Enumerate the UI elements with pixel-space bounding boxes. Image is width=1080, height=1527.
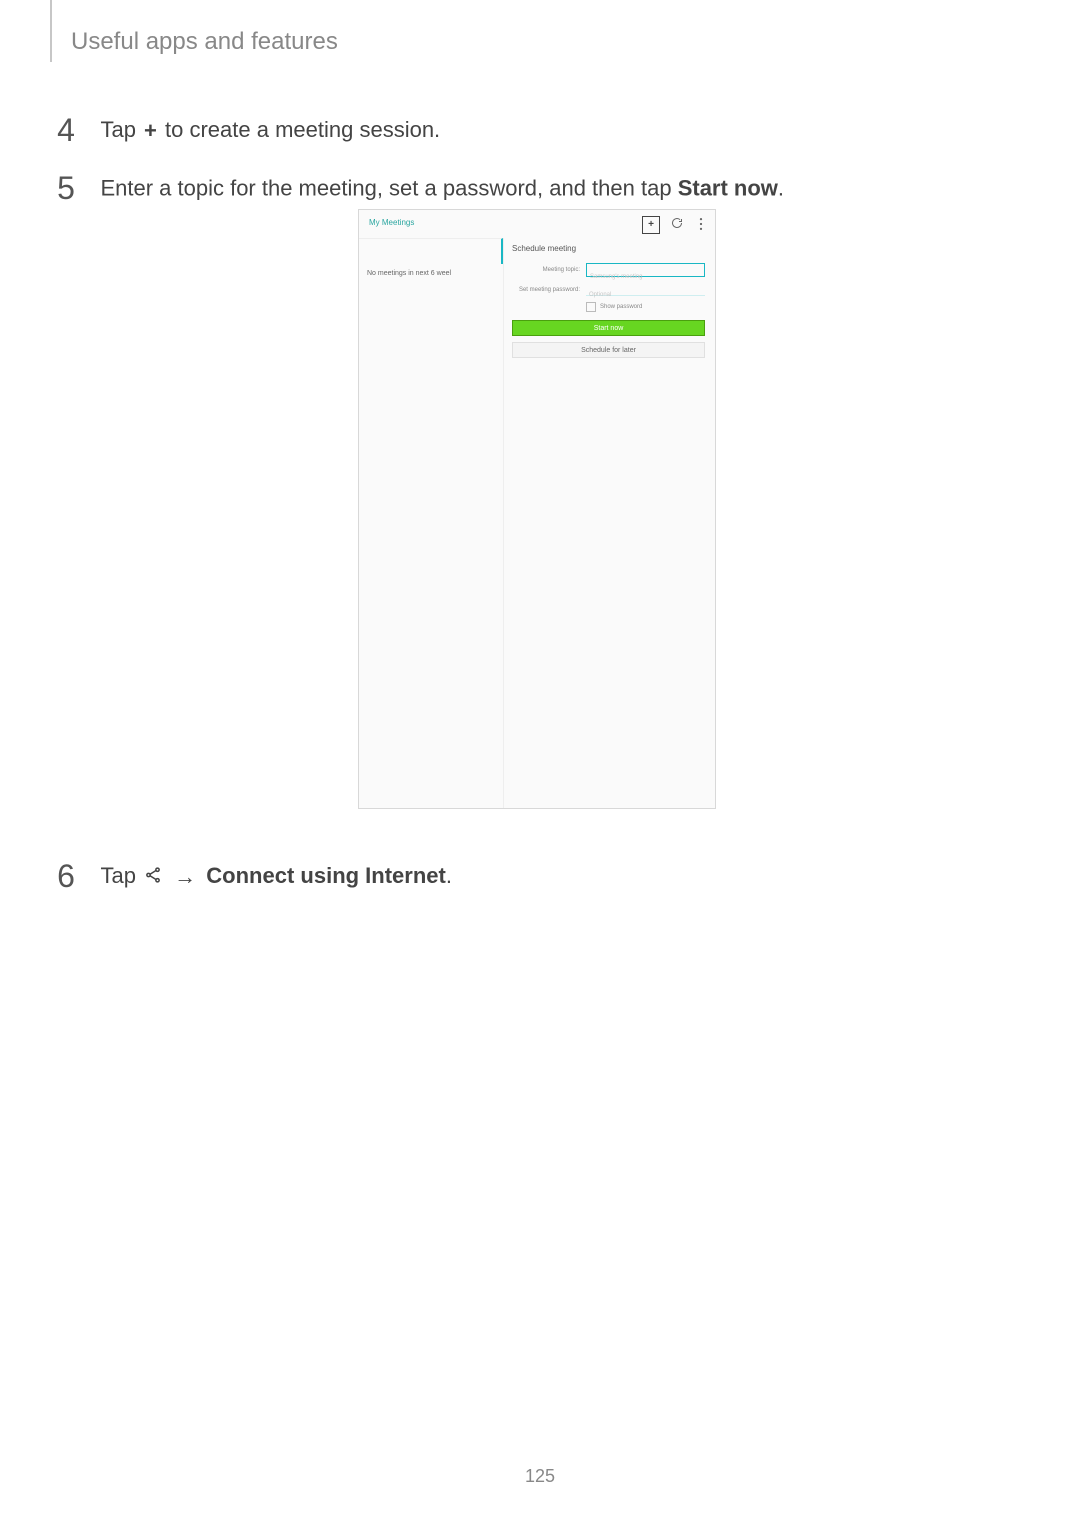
text: Tap bbox=[100, 117, 142, 142]
text: Tap bbox=[100, 863, 142, 888]
bold-text: Connect using Internet bbox=[206, 863, 446, 888]
app-title: My Meetings bbox=[369, 218, 414, 227]
section-header: Useful apps and features bbox=[71, 28, 338, 56]
meeting-password-input[interactable]: Optional bbox=[586, 283, 705, 296]
title-bar-actions: + bbox=[638, 216, 709, 234]
step-text: Tap → Connect using Internet. bbox=[100, 863, 452, 888]
header-rule bbox=[50, 0, 52, 62]
show-password-label: Show password bbox=[600, 304, 642, 310]
text: . bbox=[778, 176, 784, 201]
arrow-icon: → bbox=[174, 864, 196, 890]
meetings-sidebar: No meetings in next 6 weel bbox=[359, 238, 504, 808]
page: Useful apps and features 4 Tap + to crea… bbox=[0, 0, 1080, 1527]
text: Enter a topic for the meeting, set a pas… bbox=[100, 176, 677, 201]
placeholder-text: Optional bbox=[589, 292, 611, 298]
placeholder-text: Samsung's meeting bbox=[590, 274, 643, 280]
meeting-topic-row: Meeting topic: Samsung's meeting bbox=[512, 263, 705, 277]
page-number: 125 bbox=[0, 1466, 1080, 1487]
text: . bbox=[446, 863, 452, 888]
step-text: Enter a topic for the meeting, set a pas… bbox=[100, 176, 784, 201]
meeting-password-label: Set meeting password: bbox=[512, 287, 586, 293]
meeting-password-row: Set meeting password: Optional bbox=[512, 283, 705, 296]
share-icon bbox=[144, 864, 162, 890]
text: to create a meeting session. bbox=[159, 117, 440, 142]
plus-icon: + bbox=[144, 118, 157, 144]
step-number: 5 bbox=[56, 170, 76, 207]
title-bar: My Meetings + bbox=[359, 210, 715, 238]
step-5: 5 Enter a topic for the meeting, set a p… bbox=[56, 170, 784, 207]
step-number: 4 bbox=[56, 112, 76, 149]
add-meeting-button[interactable]: + bbox=[642, 216, 660, 234]
step-number: 6 bbox=[56, 858, 76, 895]
meeting-topic-label: Meeting topic: bbox=[512, 267, 586, 273]
more-options-icon[interactable] bbox=[693, 217, 709, 233]
no-meetings-message: No meetings in next 6 weel bbox=[359, 264, 503, 277]
panel-title: Schedule meeting bbox=[512, 244, 705, 253]
step-4: 4 Tap + to create a meeting session. bbox=[56, 112, 440, 149]
schedule-panel: Schedule meeting Meeting topic: Samsung'… bbox=[504, 238, 715, 364]
step-text: Tap + to create a meeting session. bbox=[100, 117, 440, 142]
refresh-icon[interactable] bbox=[669, 217, 685, 233]
schedule-later-button[interactable]: Schedule for later bbox=[512, 342, 705, 358]
show-password-row: Show password bbox=[586, 302, 705, 312]
meeting-topic-input[interactable]: Samsung's meeting bbox=[586, 263, 705, 277]
app-screenshot: My Meetings + No meetings in next 6 weel… bbox=[358, 209, 716, 809]
sidebar-active-tab[interactable] bbox=[359, 238, 503, 264]
step-6: 6 Tap → Connect using Internet. bbox=[56, 858, 452, 895]
show-password-checkbox[interactable] bbox=[586, 302, 596, 312]
bold-text: Start now bbox=[678, 176, 778, 201]
start-now-button[interactable]: Start now bbox=[512, 320, 705, 336]
